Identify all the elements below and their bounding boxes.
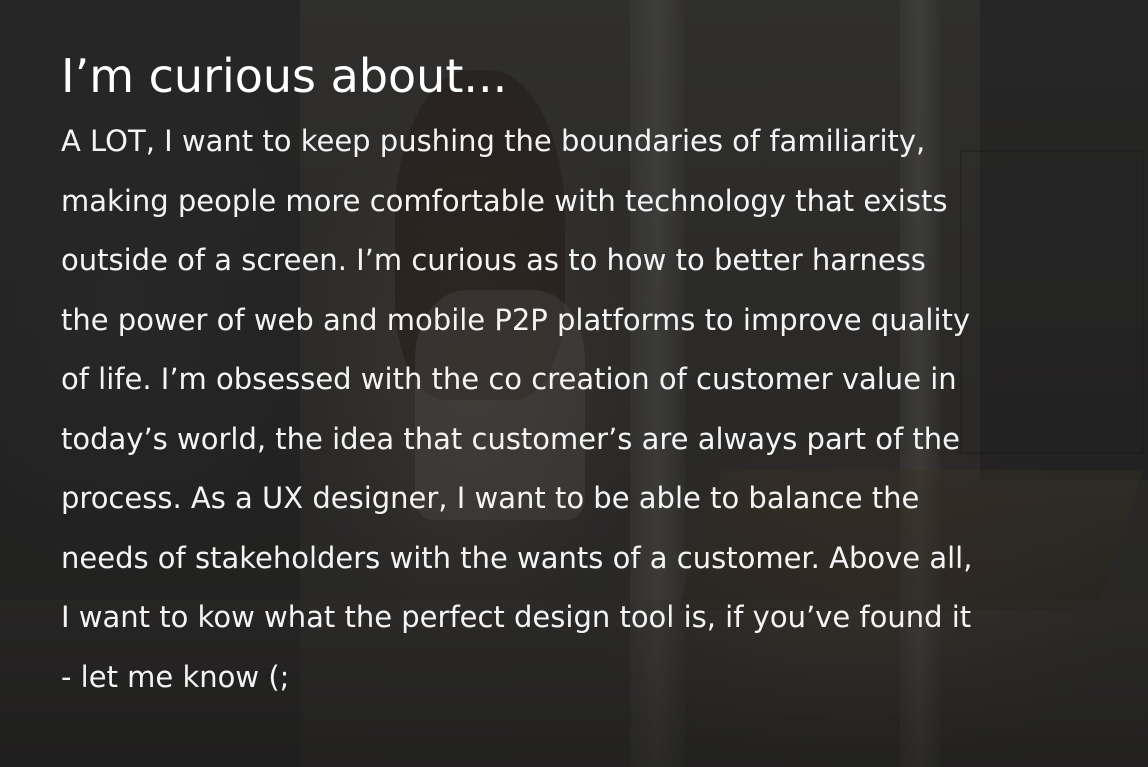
body-line: the power of web and mobile P2P platform… bbox=[61, 302, 971, 337]
body-line: outside of a screen. I’m curious as to h… bbox=[61, 243, 926, 277]
body-line: making people more comfortable with tech… bbox=[61, 183, 948, 218]
body-line: today’s world, the idea that customer’s … bbox=[61, 421, 960, 456]
body-line: needs of stakeholders with the wants of … bbox=[61, 540, 973, 575]
slide: I’m curious about... A LOT, I want to ke… bbox=[0, 0, 1148, 767]
body-line: I want to kow what the perfect design to… bbox=[61, 600, 972, 634]
body-paragraph: A LOT, I want to keep pushing the bounda… bbox=[61, 112, 1101, 707]
body-line: of life. I’m obsessed with the co creati… bbox=[61, 362, 957, 396]
heading: I’m curious about... bbox=[61, 49, 508, 103]
body-line: process. As a UX designer, I want to be … bbox=[61, 481, 920, 515]
text-block: I’m curious about... A LOT, I want to ke… bbox=[61, 40, 1101, 707]
body-line: A LOT, I want to keep pushing the bounda… bbox=[61, 124, 926, 158]
body-line: - let me know (; bbox=[61, 659, 290, 694]
